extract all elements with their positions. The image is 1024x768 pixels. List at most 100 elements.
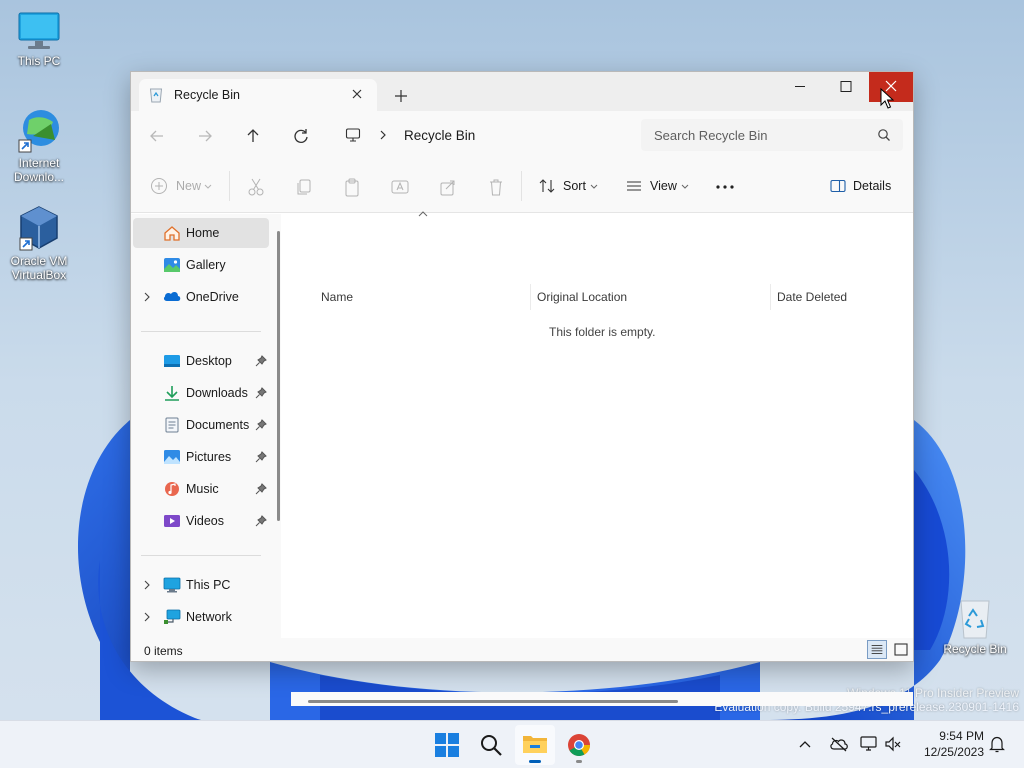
chevron-down-icon [590,184,598,189]
search-placeholder[interactable]: Search Recycle Bin [654,128,767,143]
close-tab-icon[interactable] [347,84,367,104]
sidebar-item-network[interactable]: Network [133,602,269,632]
chevron-right-icon[interactable] [143,612,151,622]
search-icon[interactable] [877,128,891,142]
sidebar-item-label: Downloads [186,386,248,400]
file-list: Name Original Location Date Deleted This… [288,211,913,706]
sidebar-item-home[interactable]: Home [133,218,269,248]
chevron-right-icon[interactable] [143,292,151,302]
pin-icon[interactable] [255,355,267,367]
taskbar-search-button[interactable] [471,725,511,765]
taskbar-clock[interactable]: 9:54 PM 12/25/2023 [914,728,984,760]
new-button[interactable]: New [150,176,214,198]
pin-icon[interactable] [255,515,267,527]
sidebar-divider [141,331,261,332]
desktop-icon-recycle-bin[interactable]: Recycle Bin [937,598,1013,656]
volume-muted-icon[interactable] [884,736,902,752]
back-arrow-icon[interactable] [145,124,169,148]
this-pc-icon [163,577,181,593]
chevron-up-icon[interactable] [798,739,812,749]
copy-icon[interactable] [295,176,313,198]
desktop-icon-this-pc[interactable]: This PC [1,10,77,68]
onedrive-cloud-icon [163,291,181,301]
paste-icon[interactable] [343,176,361,198]
sidebar-divider [141,555,261,556]
start-button[interactable] [427,725,467,765]
sidebar-item-label: OneDrive [186,290,239,304]
pin-icon[interactable] [255,387,267,399]
breadcrumb-recycle-bin[interactable]: Recycle Bin [404,128,475,143]
details-view-icon[interactable] [867,640,887,659]
monitor-icon [18,12,60,49]
sidebar-item-gallery[interactable]: Gallery [133,250,269,280]
sidebar-item-label: Music [186,482,219,496]
column-header-original-location[interactable]: Original Location [537,290,627,304]
desktop-icon-oracle-virtualbox[interactable]: Oracle VM VirtualBox [1,204,77,282]
plus-circle-icon [151,178,167,194]
virtualbox-icon [19,206,58,251]
sidebar-item-label: Desktop [186,354,232,368]
notification-bell-icon[interactable] [989,735,1005,753]
share-icon[interactable] [439,176,457,198]
network-status-icon[interactable] [860,736,880,752]
pin-icon[interactable] [255,483,267,495]
sidebar-item-downloads[interactable]: Downloads [133,378,269,408]
new-label: New [176,179,202,193]
forward-arrow-icon[interactable] [193,124,217,148]
rename-icon[interactable] [390,176,410,198]
download-arrow-icon [165,386,179,401]
pictures-icon [164,450,180,464]
active-app-indicator [529,760,541,763]
taskbar-file-explorer[interactable] [515,725,555,765]
sidebar-item-label: Gallery [186,258,226,272]
minimize-button[interactable] [777,72,823,102]
cut-icon[interactable] [247,176,265,198]
command-bar: New Sort View Details [131,159,913,213]
sort-button[interactable]: Sort [538,176,600,198]
more-options-icon[interactable] [714,176,736,198]
chevron-right-icon[interactable] [143,580,151,590]
new-tab-icon[interactable] [389,84,413,108]
search-box[interactable]: Search Recycle Bin [641,119,903,151]
chrome-icon [568,734,590,756]
item-count: 0 items [144,644,183,658]
this-pc-icon [345,128,361,142]
desktop-icon-label: This PC [17,54,61,68]
empty-folder-message: This folder is empty. [549,325,656,339]
large-icons-view-icon[interactable] [891,640,911,659]
search-icon [481,735,502,756]
document-icon [165,417,179,433]
pin-icon[interactable] [255,419,267,431]
sidebar-item-pictures[interactable]: Pictures [133,442,269,472]
maximize-button[interactable] [823,72,869,102]
delete-icon[interactable] [487,176,505,198]
navigation-pane: Home Gallery OneDrive Desktop Downloads … [131,214,281,638]
taskbar-chrome[interactable] [559,725,599,765]
navigation-pane-scrollbar[interactable] [277,231,280,521]
column-header-date-deleted[interactable]: Date Deleted [777,290,847,304]
sidebar-item-this-pc[interactable]: This PC [133,570,269,600]
tab-recycle-bin[interactable]: Recycle Bin [139,79,377,111]
sidebar-item-videos[interactable]: Videos [133,506,269,536]
sidebar-item-documents[interactable]: Documents [133,410,269,440]
sidebar-item-onedrive[interactable]: OneDrive [133,282,269,312]
desktop-icon-internet-download-manager[interactable]: Internet Downlo... [1,106,77,184]
title-bar[interactable]: Recycle Bin [131,72,913,111]
column-divider[interactable] [530,284,531,310]
column-divider[interactable] [770,284,771,310]
refresh-icon[interactable] [289,124,313,148]
view-button[interactable]: View [625,176,691,198]
pin-icon[interactable] [255,451,267,463]
chevron-right-icon[interactable] [378,129,388,141]
address-bar[interactable]: Recycle Bin [341,119,631,151]
sidebar-item-music[interactable]: Music [133,474,269,504]
sidebar-item-desktop[interactable]: Desktop [133,346,269,376]
column-header-name[interactable]: Name [321,290,353,304]
sidebar-item-label: This PC [186,578,231,592]
details-pane-button[interactable]: Details [829,176,899,198]
onedrive-offline-icon[interactable] [829,736,849,752]
horizontal-scrollbar[interactable] [308,700,678,703]
up-arrow-icon[interactable] [241,124,265,148]
horizontal-scroll-track [291,692,913,706]
recycle-bin-icon [960,600,990,639]
